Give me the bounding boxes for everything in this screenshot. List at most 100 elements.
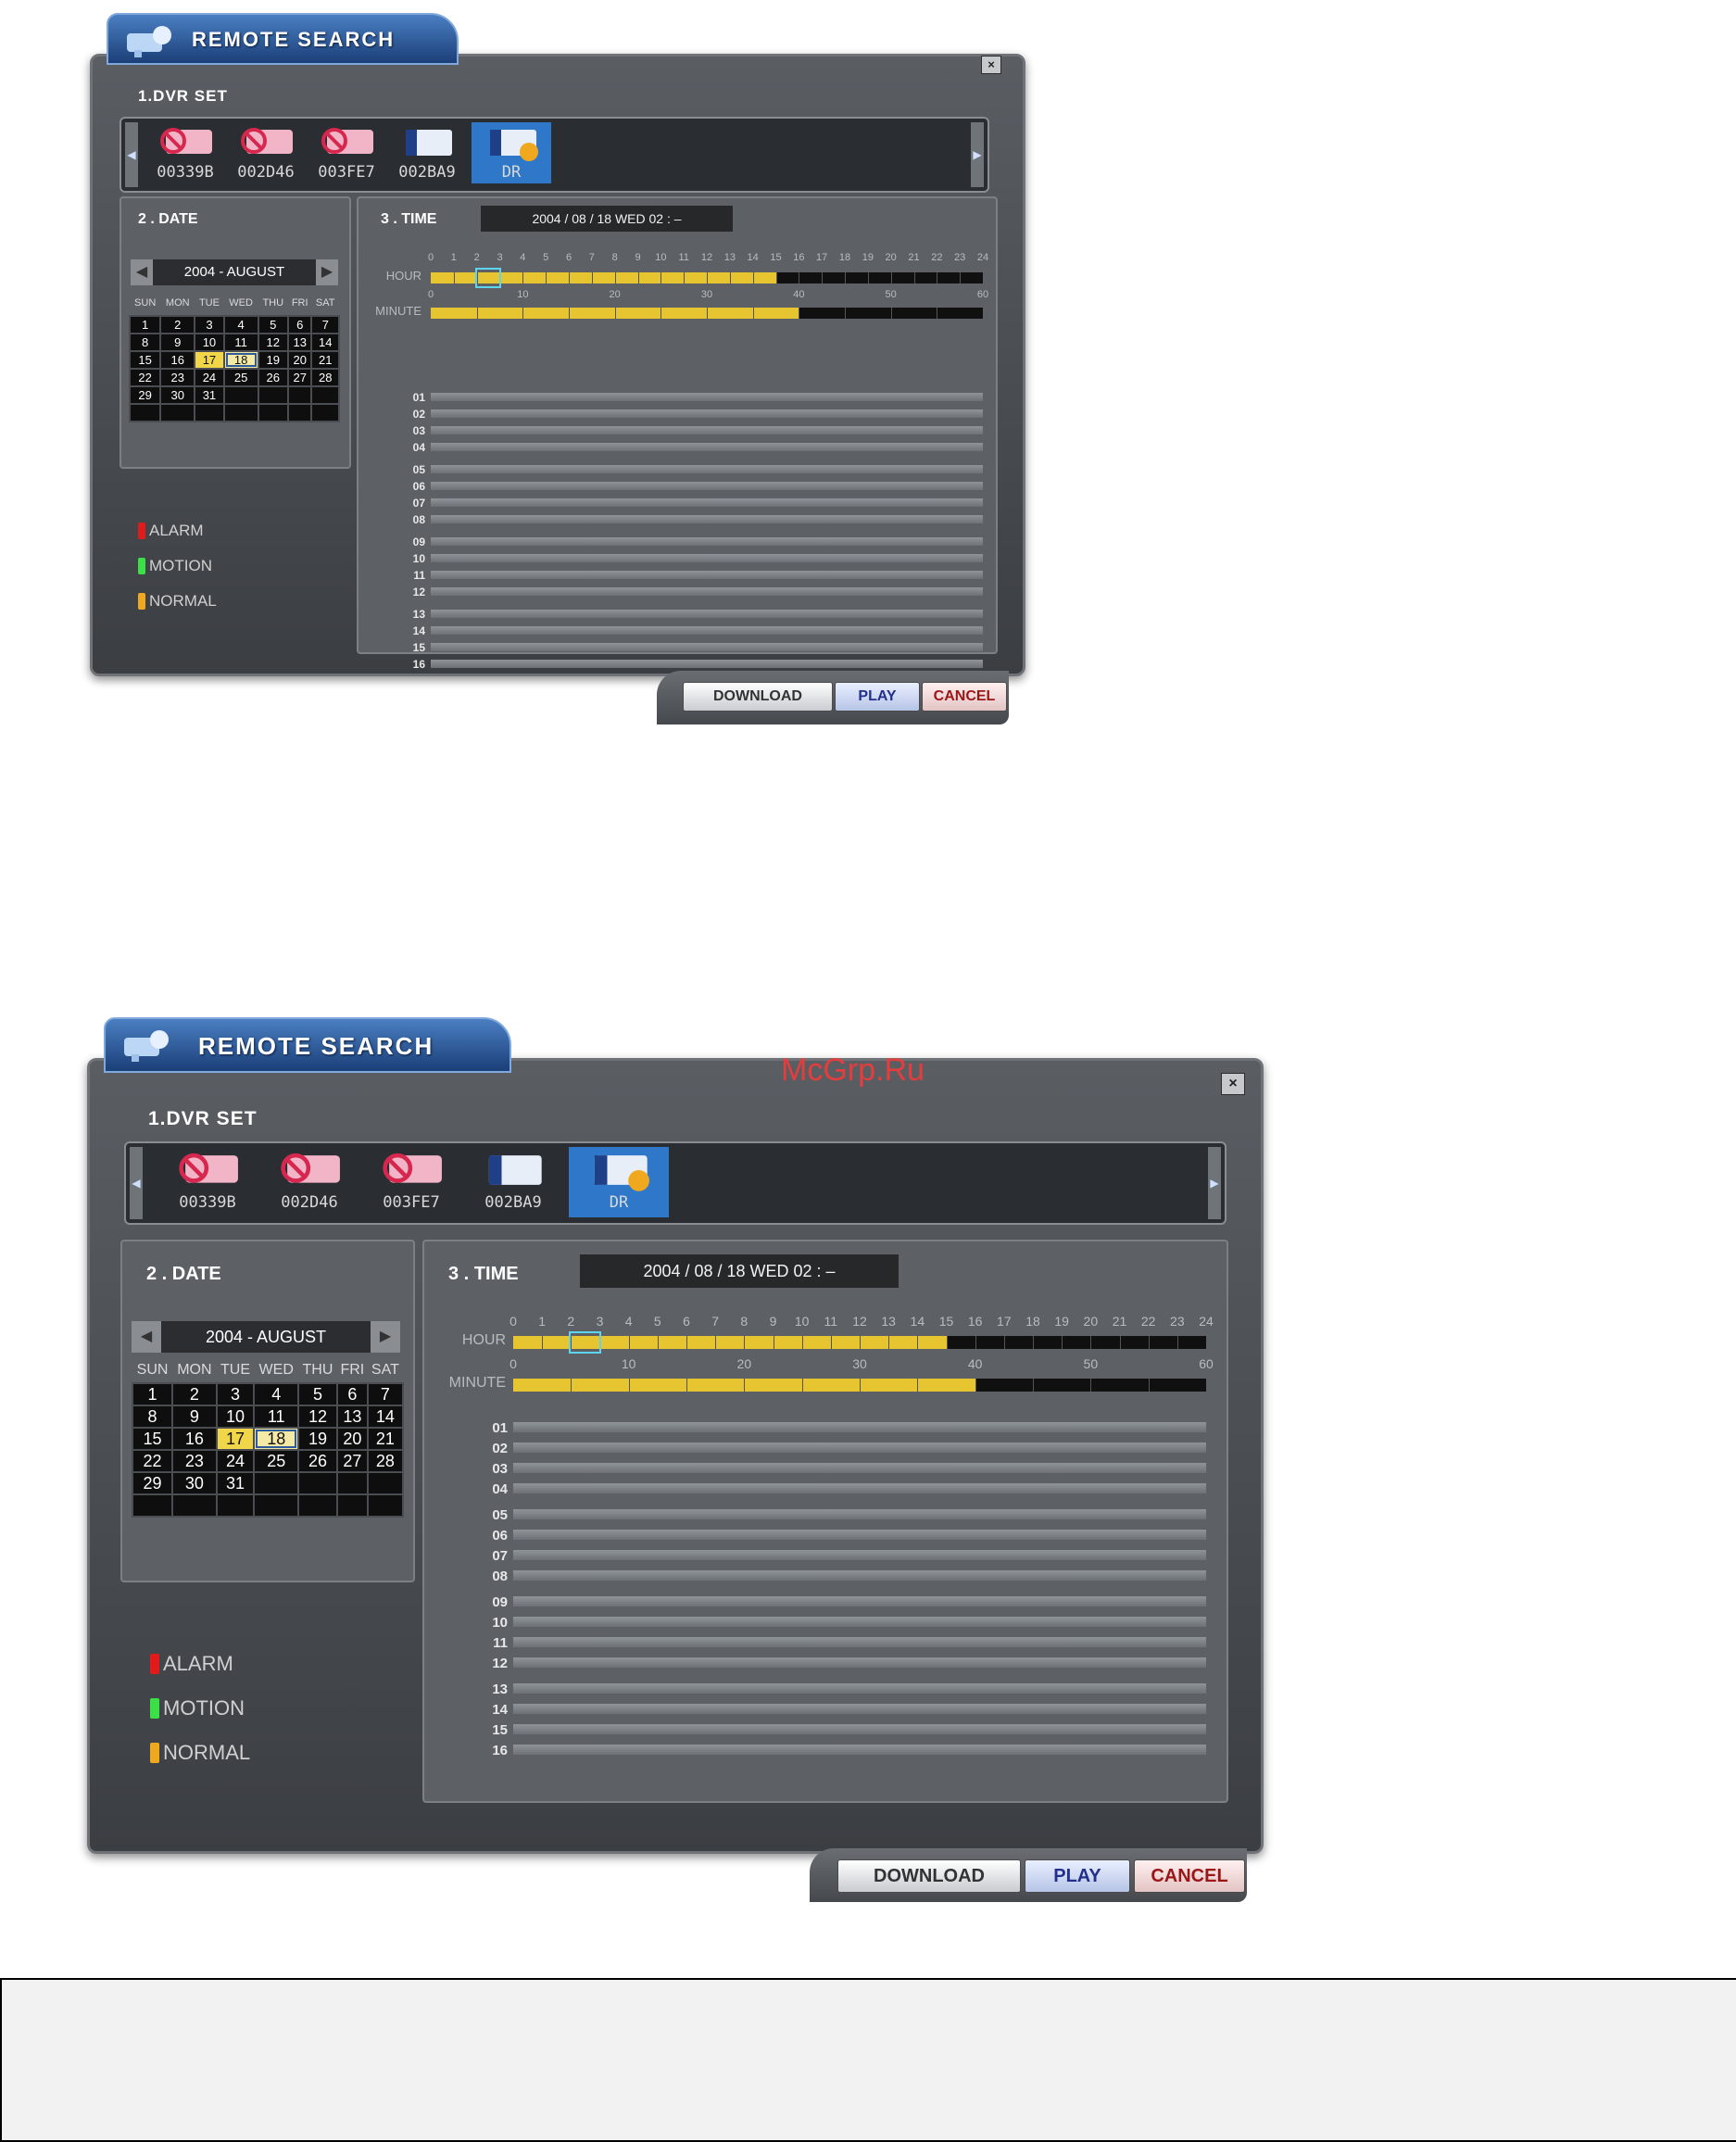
channel-track[interactable] [431,536,983,546]
calendar-day[interactable]: 1 [128,315,162,334]
dvr-item[interactable]: 003FE7 [365,1147,458,1212]
calendar-day[interactable]: 19 [297,1427,338,1451]
selected-hour-marker[interactable] [474,268,502,288]
calendar-day[interactable]: 28 [310,368,340,387]
calendar-day[interactable]: 13 [286,333,313,352]
dvr-item[interactable]: 00339B [149,122,221,182]
channel-track[interactable] [431,514,983,523]
prev-month-button[interactable]: ◀ [132,1321,161,1353]
calendar-day[interactable]: 7 [310,315,340,334]
calendar-day[interactable]: 11 [222,333,259,352]
channel-track[interactable] [431,586,983,596]
play-button[interactable]: PLAY [1025,1859,1130,1893]
minute-timeline[interactable] [513,1379,1206,1392]
calendar-day[interactable]: 24 [215,1449,256,1473]
calendar-day[interactable]: 20 [335,1427,369,1451]
calendar-day[interactable]: 26 [297,1449,338,1473]
calendar-day[interactable]: 3 [194,315,225,334]
calendar-day[interactable]: 25 [222,368,259,387]
channel-track[interactable] [513,1442,1206,1453]
calendar-day[interactable]: 22 [131,1449,174,1473]
channel-track[interactable] [513,1569,1206,1581]
calendar-day[interactable]: 10 [215,1405,256,1429]
close-button[interactable]: × [981,56,1001,74]
calendar-day[interactable]: 14 [310,333,340,352]
hour-timeline[interactable] [431,268,983,288]
calendar-day[interactable]: 11 [253,1405,299,1429]
chevron-left-icon[interactable]: ◀ [130,1147,143,1219]
calendar-day[interactable]: 1 [131,1382,174,1406]
minute-timeline[interactable] [431,308,983,319]
calendar-day[interactable]: 22 [128,368,162,387]
calendar-day[interactable]: 30 [159,385,196,405]
calendar-day[interactable]: 8 [131,1405,174,1429]
hour-timeline[interactable] [513,1331,1206,1354]
cancel-button[interactable]: CANCEL [1134,1859,1245,1893]
calendar-day[interactable]: 29 [128,385,162,405]
dvr-item-selected[interactable]: DR [472,122,551,183]
calendar-day[interactable]: 9 [159,333,196,352]
dvr-item-selected[interactable]: DR [569,1147,669,1217]
calendar-day[interactable]: 18 [222,350,259,370]
calendar-day[interactable]: 19 [257,350,289,370]
calendar-day[interactable]: 29 [131,1471,174,1495]
calendar-day[interactable]: 12 [257,333,289,352]
channel-track[interactable] [431,625,983,635]
calendar-day[interactable]: 15 [131,1427,174,1451]
calendar-day[interactable]: 27 [335,1449,369,1473]
channel-track[interactable] [513,1616,1206,1627]
channel-track[interactable] [513,1636,1206,1647]
dvr-item[interactable]: 002BA9 [467,1147,560,1212]
calendar-day[interactable]: 18 [253,1427,299,1451]
calendar-day[interactable]: 17 [215,1427,256,1451]
channel-track[interactable] [431,642,983,651]
calendar-day[interactable]: 13 [335,1405,369,1429]
channel-track[interactable] [513,1421,1206,1432]
channel-track[interactable] [513,1657,1206,1668]
channel-track[interactable] [431,609,983,618]
selected-hour-marker[interactable] [569,1331,602,1354]
chevron-right-icon[interactable]: ▶ [971,122,984,187]
channel-track[interactable] [513,1703,1206,1714]
calendar-day[interactable]: 5 [297,1382,338,1406]
channel-track[interactable] [431,659,983,668]
chevron-right-icon[interactable]: ▶ [1208,1147,1221,1219]
calendar-day[interactable]: 8 [128,333,162,352]
calendar-day[interactable]: 15 [128,350,162,370]
channel-track[interactable] [431,553,983,562]
calendar-day[interactable]: 17 [194,350,225,370]
calendar-day[interactable]: 31 [194,385,225,405]
calendar-day[interactable]: 5 [257,315,289,334]
close-button[interactable]: × [1221,1073,1245,1095]
channel-track[interactable] [513,1744,1206,1755]
channel-track[interactable] [431,570,983,579]
calendar-day[interactable]: 4 [222,315,259,334]
prev-month-button[interactable]: ◀ [131,259,153,285]
channel-track[interactable] [513,1482,1206,1493]
channel-track[interactable] [431,498,983,507]
calendar-day[interactable]: 16 [171,1427,218,1451]
calendar-day[interactable]: 21 [366,1427,405,1451]
channel-track[interactable] [431,481,983,490]
next-month-button[interactable]: ▶ [371,1321,400,1353]
dvr-item[interactable]: 00339B [161,1147,254,1212]
download-button[interactable]: DOWNLOAD [837,1859,1021,1893]
calendar-day[interactable]: 27 [286,368,313,387]
calendar-day[interactable]: 20 [286,350,313,370]
channel-track[interactable] [431,442,983,451]
calendar-day[interactable]: 9 [171,1405,218,1429]
channel-track[interactable] [513,1682,1206,1694]
calendar-day[interactable]: 2 [171,1382,218,1406]
calendar-day[interactable]: 25 [253,1449,299,1473]
calendar-day[interactable]: 28 [366,1449,405,1473]
dvr-item[interactable]: 002BA9 [391,122,463,182]
next-month-button[interactable]: ▶ [316,259,338,285]
cancel-button[interactable]: CANCEL [922,682,1007,712]
calendar-day[interactable]: 14 [366,1405,405,1429]
channel-track[interactable] [431,425,983,435]
play-button[interactable]: PLAY [835,682,920,712]
calendar-day[interactable]: 23 [159,368,196,387]
calendar-day[interactable]: 6 [335,1382,369,1406]
calendar-day[interactable]: 26 [257,368,289,387]
channel-track[interactable] [513,1508,1206,1519]
